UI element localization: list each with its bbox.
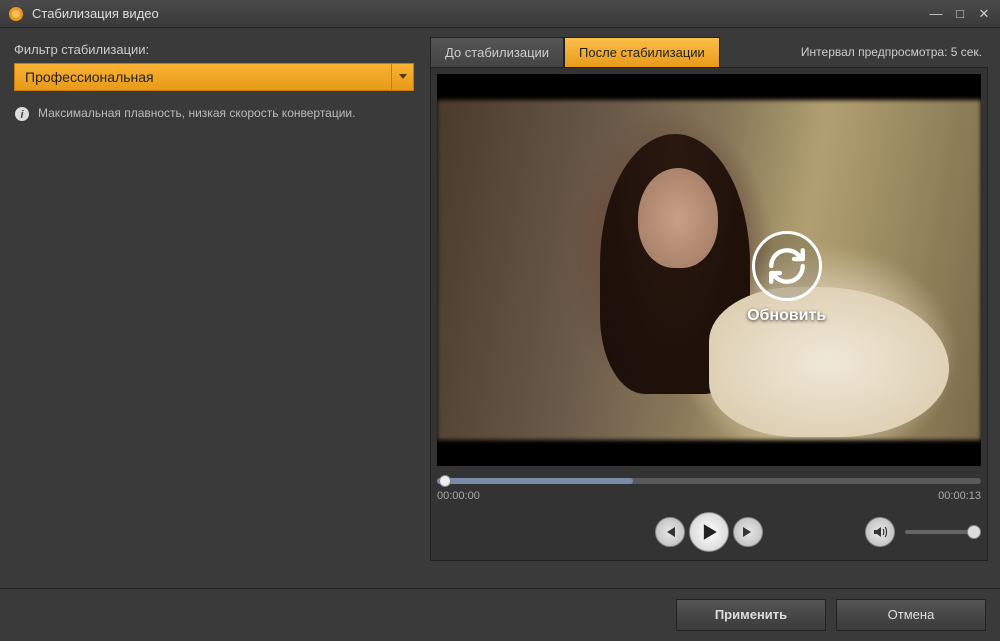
skip-back-button[interactable] (655, 517, 685, 547)
footer: Применить Отмена (0, 588, 1000, 640)
video-preview: Обновить (437, 74, 981, 466)
filter-dropdown-value: Профессиональная (15, 69, 391, 85)
refresh-label: Обновить (747, 307, 826, 325)
tab-before[interactable]: До стабилизации (430, 37, 564, 67)
tab-before-label: До стабилизации (445, 45, 549, 60)
chevron-down-icon (391, 64, 413, 90)
time-current: 00:00:00 (437, 490, 480, 502)
filter-label: Фильтр стабилизации: (14, 42, 416, 57)
play-button[interactable] (689, 512, 729, 552)
apply-button[interactable]: Применить (676, 599, 826, 631)
cancel-button-label: Отмена (888, 607, 935, 622)
tab-after[interactable]: После стабилизации (564, 37, 720, 67)
filter-description: Максимальная плавность, низкая скорость … (38, 105, 355, 122)
app-icon (8, 6, 24, 22)
refresh-button[interactable]: Обновить (747, 231, 826, 325)
maximize-button[interactable]: □ (952, 6, 968, 22)
window-title: Стабилизация видео (32, 6, 928, 21)
minimize-button[interactable]: — (928, 6, 944, 22)
tab-after-label: После стабилизации (579, 45, 705, 60)
time-total: 00:00:13 (938, 490, 981, 502)
info-icon: i (14, 106, 30, 122)
preview-interval-label: Интервал предпросмотра: 5 сек. (801, 45, 988, 59)
seek-thumb[interactable] (439, 475, 451, 487)
settings-panel: Фильтр стабилизации: Профессиональная i … (0, 28, 430, 588)
skip-forward-button[interactable] (733, 517, 763, 547)
preview-panel: До стабилизации После стабилизации Интер… (430, 28, 1000, 588)
apply-button-label: Применить (715, 607, 787, 622)
volume-slider[interactable] (905, 530, 975, 534)
volume-thumb[interactable] (967, 525, 981, 539)
refresh-icon (752, 231, 822, 301)
close-button[interactable]: ✕ (976, 6, 992, 22)
filter-dropdown[interactable]: Профессиональная (14, 63, 414, 91)
seek-slider[interactable] (437, 478, 981, 484)
volume-button[interactable] (865, 517, 895, 547)
cancel-button[interactable]: Отмена (836, 599, 986, 631)
titlebar: Стабилизация видео — □ ✕ (0, 0, 1000, 28)
